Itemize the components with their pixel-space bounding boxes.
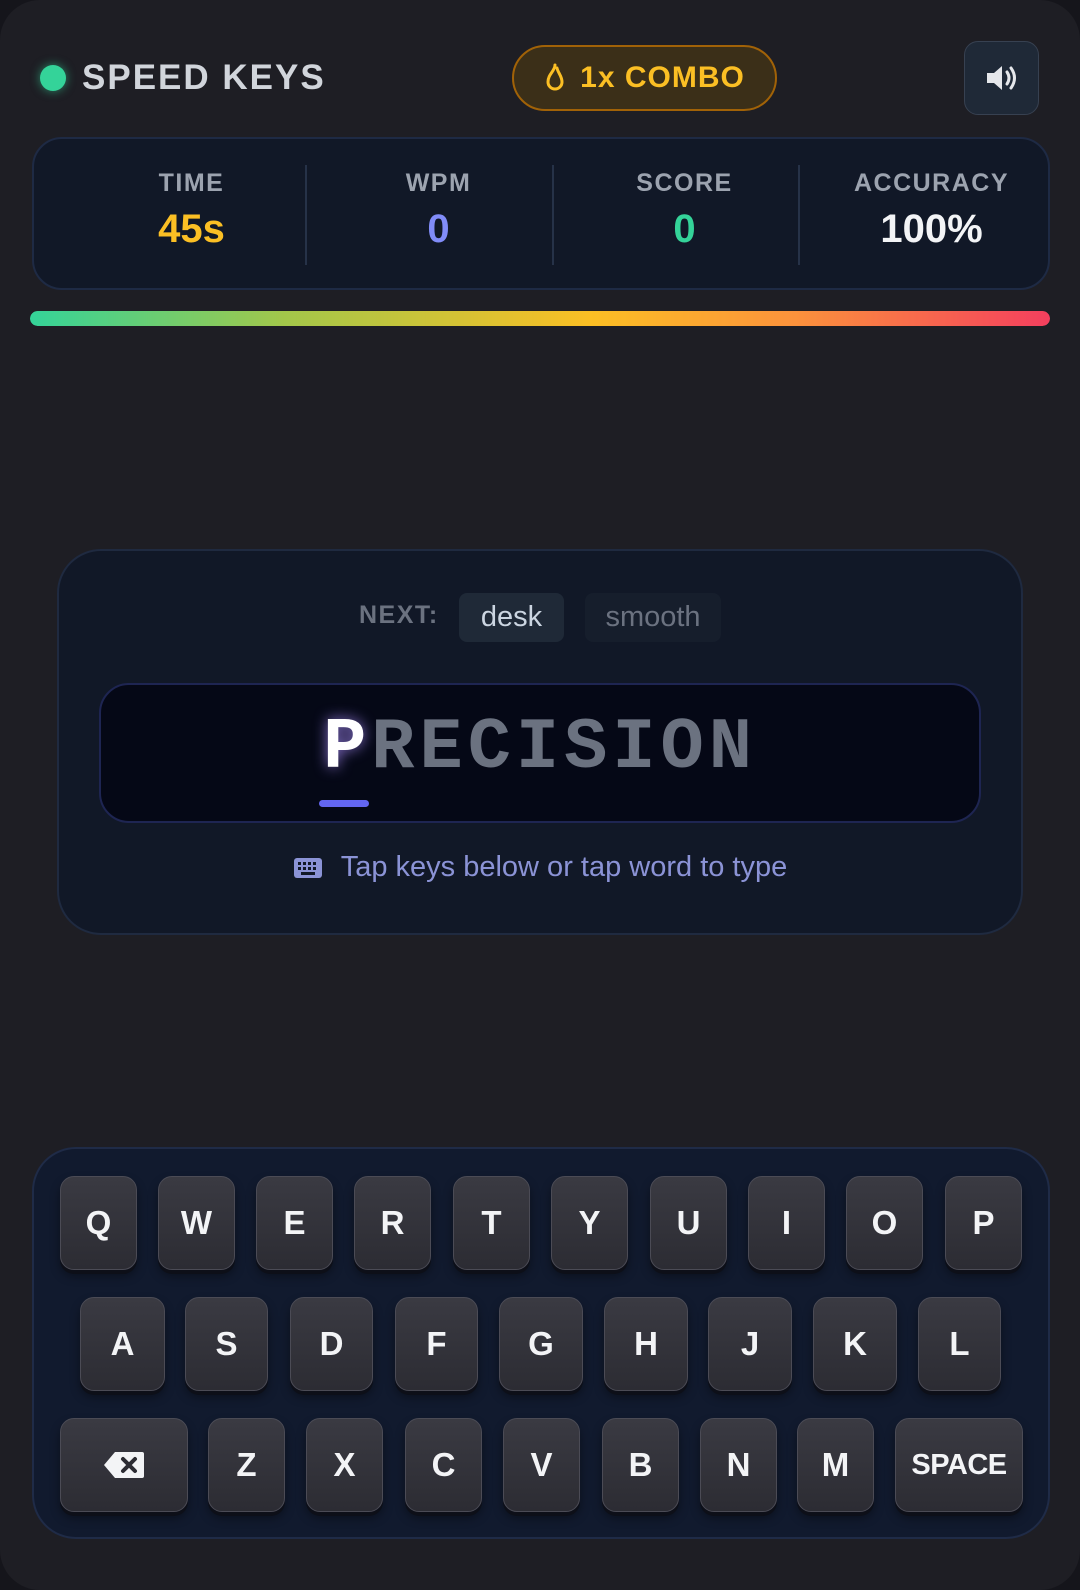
key-w[interactable]: W [158, 1176, 235, 1270]
app-title: SPEED KEYS [82, 58, 326, 97]
key-a[interactable]: A [80, 1297, 165, 1391]
key-r[interactable]: R [354, 1176, 431, 1270]
hint-text: Tap keys below or tap word to type [340, 851, 788, 883]
stat-value: 45s [158, 207, 225, 251]
key-i[interactable]: I [748, 1176, 825, 1270]
backspace-icon [104, 1452, 144, 1478]
key-n[interactable]: N [700, 1418, 777, 1512]
next-label: NEXT: [359, 601, 439, 629]
stat-label: WPM [405, 169, 472, 197]
key-y[interactable]: Y [551, 1176, 628, 1270]
sound-toggle-button[interactable] [964, 41, 1039, 115]
timer-progress-bar [30, 311, 1050, 326]
speaker-icon [986, 66, 1016, 90]
game-screen: SPEED KEYS 1x COMBO TIME 45s WPM 0 SCORE… [0, 0, 1080, 1590]
key-h[interactable]: H [604, 1297, 688, 1391]
next-word-chip: smooth [585, 593, 721, 642]
key-l[interactable]: L [918, 1297, 1001, 1391]
remaining-letters: RECISION [371, 707, 757, 789]
on-screen-keyboard: Q W E R T Y U I O P A S D F G H J K L Z … [32, 1147, 1050, 1539]
key-k[interactable]: K [813, 1297, 897, 1391]
key-u[interactable]: U [650, 1176, 727, 1270]
stat-divider [798, 165, 800, 265]
hint: Tap keys below or tap word to type [59, 851, 1021, 884]
stat-label: ACCURACY [853, 169, 1010, 197]
typed-letters: P [323, 707, 372, 789]
stat-wpm: WPM 0 [315, 139, 562, 292]
key-c[interactable]: C [405, 1418, 482, 1512]
space-key[interactable]: SPACE [895, 1418, 1023, 1512]
header: SPEED KEYS 1x COMBO [0, 0, 1080, 140]
stat-divider [305, 165, 307, 265]
key-f[interactable]: F [395, 1297, 478, 1391]
key-g[interactable]: G [499, 1297, 583, 1391]
stats-panel: TIME 45s WPM 0 SCORE 0 ACCURACY 100% [32, 137, 1050, 290]
timer-progress-fill [30, 311, 1050, 326]
stat-value: 100% [880, 207, 983, 251]
key-v[interactable]: V [503, 1418, 580, 1512]
key-p[interactable]: P [945, 1176, 1022, 1270]
stat-time: TIME 45s [68, 139, 315, 292]
key-m[interactable]: M [797, 1418, 874, 1512]
key-b[interactable]: B [602, 1418, 679, 1512]
key-e[interactable]: E [256, 1176, 333, 1270]
key-j[interactable]: J [708, 1297, 792, 1391]
stat-value: 0 [427, 207, 450, 251]
word-card: NEXT: desk smooth PRECISION Tap keys bel… [57, 549, 1023, 935]
key-q[interactable]: Q [60, 1176, 137, 1270]
status-dot-icon [40, 65, 66, 91]
flame-icon [546, 63, 564, 91]
key-t[interactable]: T [453, 1176, 530, 1270]
stat-value: 0 [673, 207, 696, 251]
backspace-key[interactable] [60, 1418, 188, 1512]
key-x[interactable]: X [306, 1418, 383, 1512]
letter-cursor [319, 800, 369, 807]
key-s[interactable]: S [185, 1297, 268, 1391]
combo-badge: 1x COMBO [512, 45, 777, 111]
stat-divider [552, 165, 554, 265]
key-z[interactable]: Z [208, 1418, 285, 1512]
current-word: PRECISION [101, 707, 979, 789]
current-word-box[interactable]: PRECISION [99, 683, 981, 823]
key-o[interactable]: O [846, 1176, 923, 1270]
brand: SPEED KEYS [40, 58, 326, 98]
keyboard-icon [293, 857, 322, 878]
stat-label: TIME [158, 169, 225, 197]
stat-accuracy: ACCURACY 100% [808, 139, 1055, 292]
next-word-chip: desk [459, 593, 564, 642]
combo-label: 1x COMBO [580, 61, 745, 94]
stat-label: SCORE [636, 169, 733, 197]
stat-score: SCORE 0 [561, 139, 808, 292]
key-d[interactable]: D [290, 1297, 373, 1391]
